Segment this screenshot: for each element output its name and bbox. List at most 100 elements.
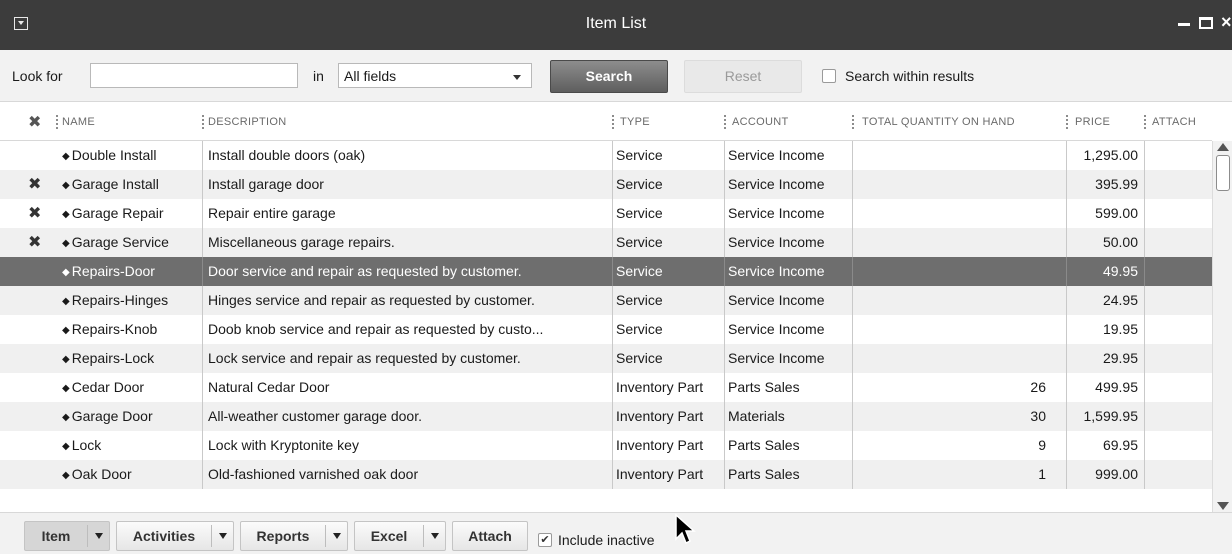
inactive-x-icon[interactable]: ✖ [28,170,41,199]
column-header-attach[interactable]: ATTACH [1152,116,1196,128]
table-row[interactable]: ✖ ◆ Garage Service Miscellaneous garage rep… [0,228,1212,257]
scroll-thumb[interactable] [1216,155,1230,191]
table-row[interactable]: ◆ Lock Lock with Kryptonite key Inventory P… [0,431,1212,460]
scroll-up-icon[interactable] [1217,143,1229,151]
close-icon[interactable]: × [1221,12,1232,32]
inactive-column-icon[interactable]: ✖ [28,112,41,132]
cell-divider [612,373,613,402]
cell-description: Natural Cedar Door [208,379,330,395]
search-within-label: Search within results [845,68,975,84]
table-row[interactable]: ◆ Garage Door All-weather customer garage … [0,402,1212,431]
cell-description: Install double doors (oak) [208,147,366,163]
cell-divider [724,402,725,431]
dropdown-arrow-icon [95,533,103,539]
column-separator[interactable] [202,115,204,129]
vertical-scrollbar[interactable] [1212,141,1232,512]
cell-divider [1144,315,1145,344]
cell-price: 49.95 [1102,263,1138,279]
item-diamond-icon: ◆ [62,209,70,220]
cell-divider [1144,141,1145,170]
cell-name: ◆ Garage Door [62,402,202,431]
column-separator[interactable] [1144,115,1146,129]
table-row[interactable]: ◆ Oak Door Old-fashioned varnished oak doo… [0,460,1212,489]
cell-divider [1066,257,1067,286]
column-header-description[interactable]: DESCRIPTION [208,116,286,128]
item-diamond-icon: ◆ [62,238,70,249]
column-header-type[interactable]: TYPE [620,116,650,128]
cell-type: Service [616,205,663,221]
reset-button[interactable]: Reset [684,60,802,93]
table-row[interactable]: ◆ Repairs-Lock Lock service and repair as … [0,344,1212,373]
item-name: Garage Door [71,408,153,424]
cell-price: 1,599.95 [1083,408,1139,424]
item-diamond-icon: ◆ [62,441,70,452]
cell-divider [724,286,725,315]
cell-divider [202,344,203,373]
cell-account: Service Income [728,176,825,192]
cell-divider [1066,141,1067,170]
cell-qty [856,344,1046,373]
table-row[interactable]: ✖ ◆ Garage Install Install garage door Servi… [0,170,1212,199]
column-separator[interactable] [1066,115,1068,129]
cell-qty: 26 [1030,379,1046,395]
cell-account: Service Income [728,321,825,337]
cell-divider [202,141,203,170]
cell-name: ◆ Repairs-Knob [62,315,202,344]
include-inactive-checkbox[interactable]: ✔ [538,533,552,547]
reports-menu-button[interactable]: Reports [240,521,348,551]
inactive-x-icon[interactable]: ✖ [28,228,41,257]
item-diamond-icon: ◆ [62,354,70,365]
cell-divider [852,315,853,344]
maximize-icon[interactable] [1199,12,1213,29]
inactive-x-icon[interactable]: ✖ [28,199,41,228]
cell-divider [1144,344,1145,373]
window-title: Item List [585,15,647,32]
column-header-name[interactable]: NAME [62,116,95,128]
table-row[interactable]: ◆ Repairs-Door Door service and repair as … [0,257,1212,286]
cell-account: Service Income [728,234,825,250]
table-row[interactable]: ◆ Repairs-Hinges Hinges service and repair… [0,286,1212,315]
cell-divider [1066,373,1067,402]
cell-divider [612,344,613,373]
search-within-checkbox[interactable] [822,69,836,83]
item-diamond-icon: ◆ [62,383,70,394]
column-separator[interactable] [724,115,726,129]
dropdown-arrow-icon [219,533,227,539]
cell-divider [852,170,853,199]
item-name: Oak Door [71,466,132,482]
column-header-price[interactable]: PRICE [1075,116,1110,128]
cell-divider [724,431,725,460]
cell-description: Door service and repair as requested by … [208,263,522,279]
cell-name: ◆ Oak Door [62,460,202,489]
table-row[interactable]: ✖ ◆ Garage Repair Repair entire garage Servi… [0,199,1212,228]
column-header-qty[interactable]: TOTAL QUANTITY ON HAND [862,116,1015,128]
column-separator[interactable] [56,115,58,129]
activities-menu-button[interactable]: Activities [116,521,234,551]
cell-qty [856,228,1046,257]
cell-account: Service Income [728,205,825,221]
scroll-down-icon[interactable] [1217,502,1229,510]
column-header-account[interactable]: ACCOUNT [732,116,789,128]
search-fields-dropdown[interactable]: All fields [338,63,532,88]
search-button[interactable]: Search [550,60,668,93]
item-menu-button[interactable]: Item [24,521,110,551]
cell-account: Service Income [728,263,825,279]
excel-menu-button[interactable]: Excel [354,521,446,551]
attach-button[interactable]: Attach [452,521,528,551]
cell-divider [1066,402,1067,431]
cell-description: Install garage door [208,176,324,192]
table-row[interactable]: ◆ Cedar Door Natural Cedar Door Inventory P… [0,373,1212,402]
minimize-icon[interactable] [1178,12,1190,26]
column-separator[interactable] [852,115,854,129]
cell-divider [612,460,613,489]
table-row[interactable]: ◆ Repairs-Knob Doob knob service and repai… [0,315,1212,344]
column-separator[interactable] [612,115,614,129]
cell-price: 999.00 [1095,466,1138,482]
look-for-input[interactable] [90,63,298,88]
cell-divider [1066,228,1067,257]
cell-name: ◆ Cedar Door [62,373,202,402]
cell-divider [852,431,853,460]
cell-divider [1144,199,1145,228]
cell-description: Doob knob service and repair as requeste… [208,321,544,337]
table-row[interactable]: ◆ Double Install Install double doors (oak… [0,141,1212,170]
